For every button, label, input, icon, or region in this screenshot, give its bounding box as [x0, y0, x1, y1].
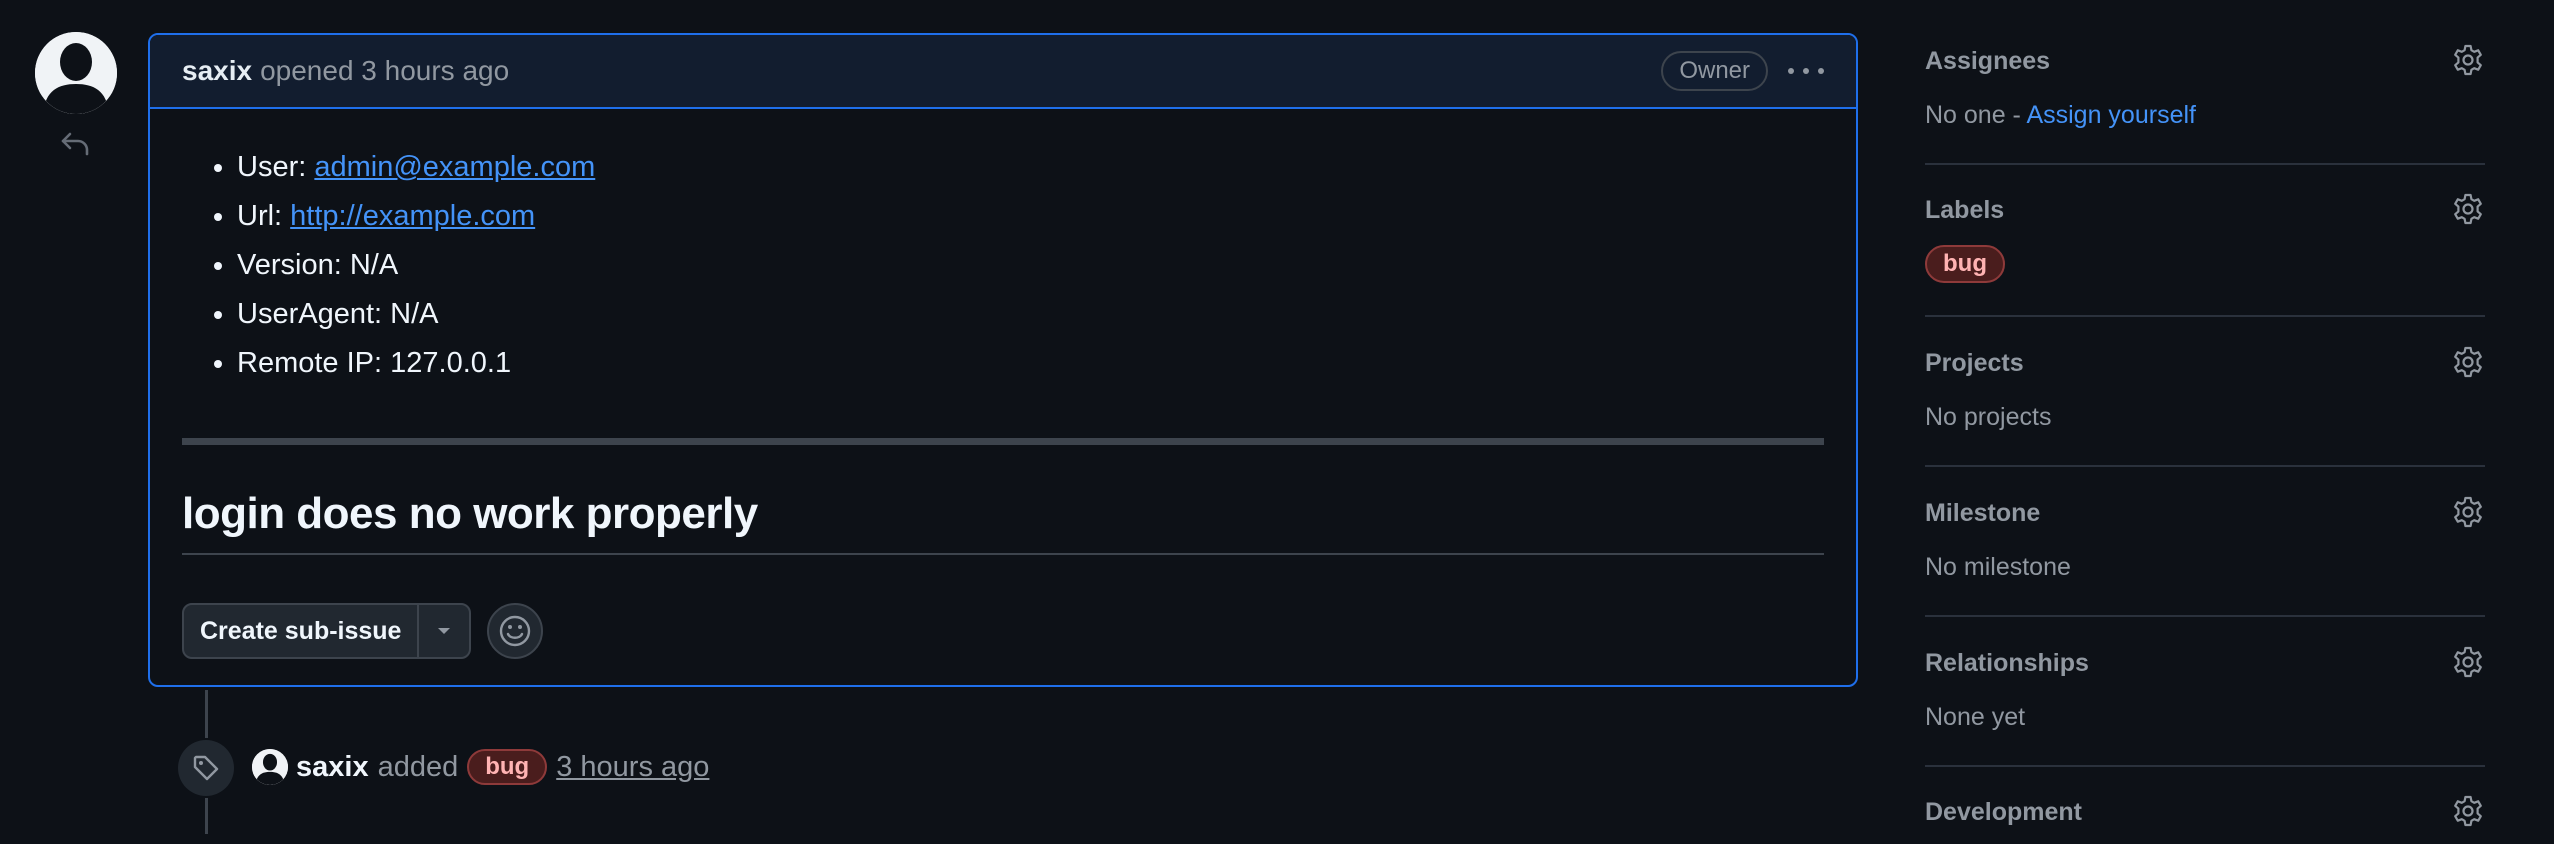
- event-author[interactable]: saxix: [296, 751, 369, 784]
- projects-title: Projects: [1925, 349, 2024, 377]
- gear-icon[interactable]: [2451, 794, 2485, 828]
- caret-down-icon: [438, 628, 451, 634]
- sidebar-projects: Projects No projects: [1925, 317, 2485, 467]
- comment-header: saxix opened 3 hours ago Owner: [150, 35, 1856, 109]
- timeline-line: [205, 690, 208, 738]
- issue-heading: login does no work properly: [182, 489, 758, 538]
- avatar-icon: [252, 749, 288, 785]
- comment-author[interactable]: saxix: [182, 55, 252, 87]
- list-item: User: admin@example.com: [237, 143, 1824, 192]
- list-item: Version: N/A: [237, 241, 1824, 290]
- details-list: User: admin@example.com Url: http://exam…: [182, 143, 1824, 388]
- sidebar-relationships: Relationships None yet: [1925, 617, 2485, 767]
- labels-value: bug: [1925, 245, 2005, 283]
- list-item: UserAgent: N/A: [237, 290, 1824, 339]
- gear-icon[interactable]: [2451, 192, 2485, 226]
- create-sub-issue-group: Create sub-issue: [182, 603, 472, 659]
- divider: [182, 553, 1824, 555]
- issue-sidebar: Assignees No one - Assign yourself Label…: [1925, 0, 2485, 844]
- reply-icon[interactable]: [58, 126, 92, 160]
- relationships-value: None yet: [1925, 703, 2026, 731]
- divider: [182, 438, 1824, 445]
- event-avatar[interactable]: [252, 749, 288, 785]
- list-item: Remote IP: 127.0.0.1: [237, 339, 1824, 388]
- comment-opened-time: opened 3 hours ago: [260, 55, 510, 86]
- issue-comment: saxix opened 3 hours ago Owner User: adm…: [148, 33, 1858, 687]
- timeline-line: [205, 798, 208, 834]
- comment-body: User: admin@example.com Url: http://exam…: [150, 109, 1856, 659]
- gear-icon[interactable]: [2451, 345, 2485, 379]
- smiley-icon: [500, 615, 531, 647]
- list-item: Url: http://example.com: [237, 192, 1824, 241]
- author-avatar[interactable]: [35, 32, 117, 114]
- relationships-title: Relationships: [1925, 649, 2089, 677]
- sidebar-labels: Labels bug: [1925, 165, 2485, 317]
- bug-label[interactable]: bug: [1925, 245, 2005, 283]
- milestone-value: No milestone: [1925, 553, 2071, 581]
- label-added-event: saxix added bug 3 hours ago: [252, 745, 709, 789]
- owner-badge: Owner: [1661, 51, 1768, 91]
- gear-icon[interactable]: [2451, 645, 2485, 679]
- labels-title: Labels: [1925, 196, 2005, 224]
- avatar-icon: [35, 32, 117, 114]
- sidebar-milestone: Milestone No milestone: [1925, 467, 2485, 617]
- user-email-link[interactable]: admin@example.com: [314, 151, 595, 183]
- gear-icon[interactable]: [2451, 495, 2485, 529]
- create-sub-issue-button[interactable]: Create sub-issue: [184, 605, 420, 657]
- assign-yourself-link[interactable]: Assign yourself: [2026, 101, 2196, 129]
- event-verb: added: [377, 750, 459, 783]
- timeline-event-badge: [178, 740, 234, 796]
- sidebar-development: Development: [1925, 767, 2485, 844]
- gear-icon[interactable]: [2451, 43, 2485, 77]
- event-time-link[interactable]: 3 hours ago: [556, 751, 709, 784]
- bug-label[interactable]: bug: [467, 749, 548, 785]
- create-sub-issue-dropdown[interactable]: [419, 605, 469, 657]
- milestone-title: Milestone: [1925, 499, 2041, 527]
- sidebar-assignees: Assignees No one - Assign yourself: [1925, 0, 2485, 165]
- kebab-menu-icon[interactable]: [1788, 65, 1824, 77]
- add-reaction-button[interactable]: [487, 603, 544, 659]
- url-link[interactable]: http://example.com: [290, 200, 535, 232]
- projects-value: No projects: [1925, 403, 2052, 431]
- comment-actions: Create sub-issue: [182, 603, 1824, 659]
- development-title: Development: [1925, 798, 2082, 826]
- assignees-value: No one - Assign yourself: [1925, 101, 2196, 129]
- tag-icon: [193, 755, 219, 781]
- assignees-title: Assignees: [1925, 47, 2051, 75]
